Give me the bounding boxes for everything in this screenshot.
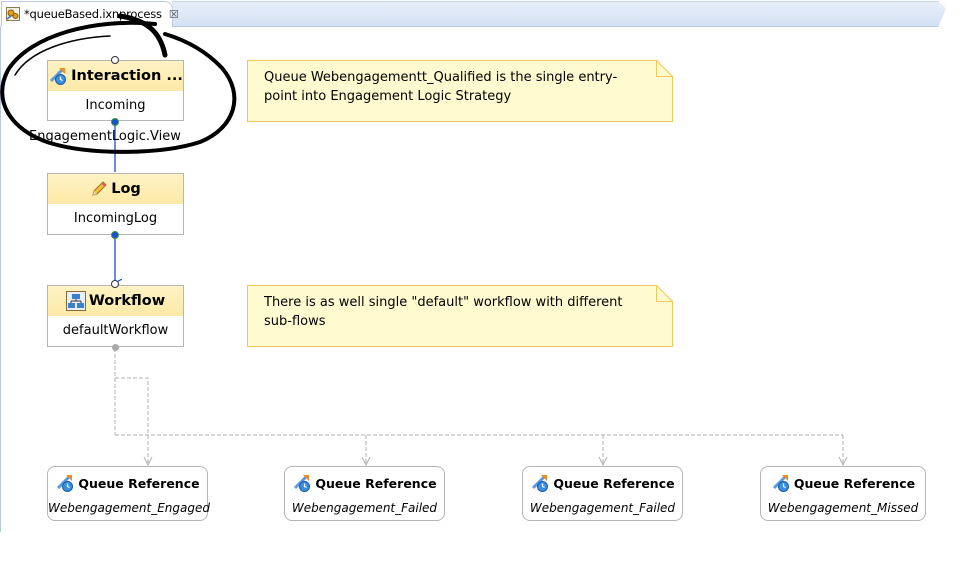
queue-reference-title-row: Queue Reference: [523, 473, 682, 493]
queue-reference-title: Queue Reference: [553, 475, 675, 491]
note-fold-corner: [656, 60, 673, 77]
node-name: IncomingLog: [73, 211, 158, 226]
output-port[interactable]: [111, 118, 119, 126]
node-title: Workflow: [88, 293, 166, 309]
queue-reference-icon: [55, 473, 75, 493]
input-port[interactable]: [111, 56, 119, 64]
note-text-line: point into Engagement Logic Strategy: [264, 89, 512, 104]
queue-reference-name: Webengagement_Missed: [767, 501, 919, 515]
queue-reference-node[interactable]: Queue Reference Webengagement_Engaged: [47, 466, 210, 521]
node-name: Incoming: [85, 98, 146, 113]
node-title: Log: [111, 181, 141, 197]
note-default-workflow[interactable]: There is as well single "default" workfl…: [247, 285, 673, 347]
process-file-icon: [6, 7, 20, 21]
workflow-icon: [65, 291, 86, 311]
queue-reference-icon: [530, 473, 550, 493]
queue-reference-name: Webengagement_Failed: [291, 501, 438, 515]
arrow-head: [361, 456, 371, 467]
note-text-line: Queue Webengagementt_Qualified is the si…: [264, 70, 618, 85]
queue-reference-node[interactable]: Queue Reference Webengagement_Failed: [284, 466, 445, 521]
node-caption: EngagementLogic.View: [29, 129, 181, 144]
arrow-head: [838, 456, 848, 467]
workflow-node[interactable]: Workflow defaultWorkflow: [47, 285, 184, 347]
arrow-head: [143, 456, 153, 467]
close-icon[interactable]: ☒: [169, 9, 179, 20]
node-header: Log: [48, 174, 183, 204]
note-text-line: There is as well single "default" workfl…: [264, 295, 623, 310]
tab-queuebased[interactable]: *queueBased.ixnprocess ☒: [1, 1, 179, 26]
queue-reference-node[interactable]: Queue Reference Webengagement_Missed: [760, 466, 926, 521]
editor-tab-bar: *queueBased.ixnprocess ☒: [0, 0, 969, 27]
queue-reference-title-row: Queue Reference: [761, 473, 925, 493]
note-text-line: sub-flows: [264, 314, 326, 329]
tab-title: *queueBased.ixnprocess: [24, 7, 162, 21]
dashed-connector-engaged: [114, 348, 149, 464]
output-port[interactable]: [111, 231, 119, 239]
queue-reference-title: Queue Reference: [78, 475, 200, 491]
queue-reference-name: Webengagement_Failed: [529, 501, 676, 515]
queue-reference-title: Queue Reference: [793, 475, 916, 491]
note-fold-corner: [656, 285, 673, 302]
arrow-head: [598, 456, 608, 467]
queue-reference-title-row: Queue Reference: [285, 473, 444, 493]
output-port[interactable]: [112, 344, 119, 351]
queue-reference-icon: [771, 473, 791, 493]
log-node[interactable]: Log IncomingLog: [47, 173, 184, 235]
pencil-icon: [90, 180, 108, 198]
note-entry-point[interactable]: Queue Webengagementt_Qualified is the si…: [247, 60, 673, 122]
input-port[interactable]: [111, 280, 119, 288]
interaction-queue-icon: [48, 66, 68, 86]
node-header: Workflow: [48, 286, 183, 316]
queue-reference-name: Webengagement_Engaged: [48, 501, 210, 515]
queue-reference-node[interactable]: Queue Reference Webengagement_Failed: [522, 466, 683, 521]
canvas-border: [0, 26, 1, 532]
node-title: Interaction ...: [71, 68, 183, 84]
queue-reference-title-row: Queue Reference: [48, 473, 207, 493]
node-header: Interaction ...: [48, 61, 183, 91]
tab-strip-background: [172, 1, 946, 27]
interaction-queue-node[interactable]: Interaction ... Incoming: [47, 60, 184, 121]
node-name: defaultWorkflow: [62, 323, 169, 338]
queue-reference-icon: [292, 473, 312, 493]
queue-reference-title: Queue Reference: [315, 475, 437, 491]
